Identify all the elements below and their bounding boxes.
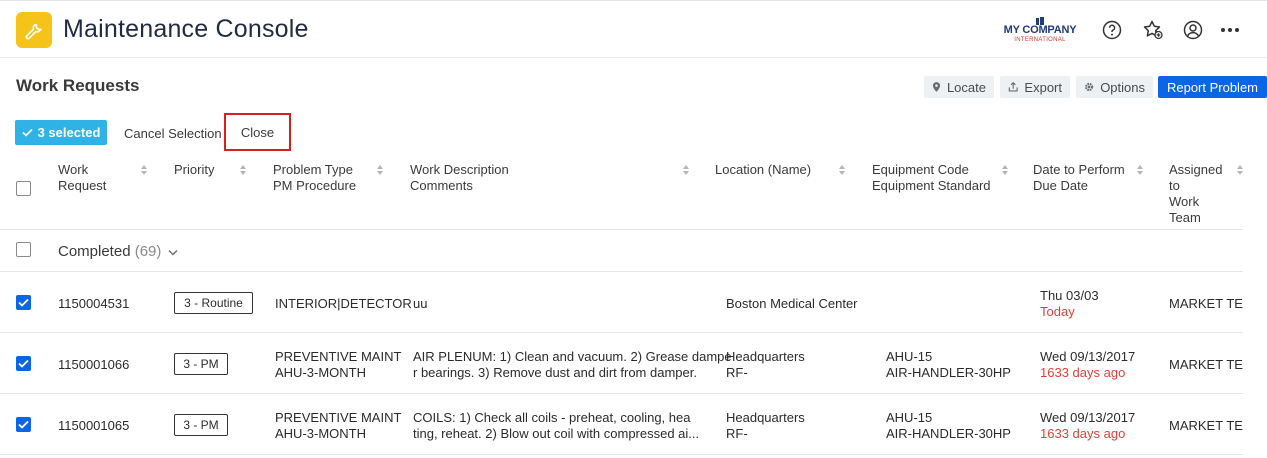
sort-icon[interactable] xyxy=(376,164,384,176)
work-description-cont: r bearings. 3) Remove dust and dirt from… xyxy=(413,365,697,380)
check-icon xyxy=(21,128,33,137)
location-name: Headquarters xyxy=(726,349,805,364)
location-sub: RF- xyxy=(726,365,748,380)
company-logo: MY COMPANY INTERNATIONAL xyxy=(997,17,1083,45)
equipment-code: AHU-15 xyxy=(886,349,933,364)
locate-label: Locate xyxy=(946,79,986,95)
pm-procedure: AHU-3-MONTH xyxy=(275,365,366,380)
location-name: Headquarters xyxy=(726,410,805,425)
priority-badge: 3 - PM xyxy=(174,414,228,436)
app-header: Maintenance Console MY COMPANY INTERNATI… xyxy=(0,0,1267,58)
selected-count-label: 3 selected xyxy=(37,125,101,140)
more-icon[interactable] xyxy=(1219,19,1241,41)
sort-icon[interactable] xyxy=(1001,164,1009,176)
work-description: COILS: 1) Check all coils - preheat, coo… xyxy=(413,410,691,425)
date-to-perform: Wed 09/13/2017 xyxy=(1040,349,1136,364)
col-assigned[interactable]: Assigned to Work Team xyxy=(1169,162,1222,226)
brand-name: MY COMPANY xyxy=(1003,24,1077,36)
work-description: AIR PLENUM: 1) Clean and vacuum. 2) Grea… xyxy=(413,349,732,364)
problem-type: INTERIOR|DETECTOR xyxy=(275,296,412,311)
col-priority[interactable]: Priority xyxy=(174,162,214,178)
row-checkbox[interactable] xyxy=(16,417,31,432)
options-button[interactable]: Options xyxy=(1076,76,1153,98)
table-header: Work Request Priority Problem Type PM Pr… xyxy=(0,152,1243,230)
location-pin-icon xyxy=(932,82,941,92)
sort-icon[interactable] xyxy=(1136,164,1144,176)
options-label: Options xyxy=(1100,79,1145,95)
col-location[interactable]: Location (Name) xyxy=(715,162,811,178)
due-date: 1633 days ago xyxy=(1040,365,1126,380)
user-icon[interactable] xyxy=(1182,19,1204,41)
export-icon xyxy=(1008,81,1018,92)
group-checkbox[interactable] xyxy=(16,242,31,257)
sort-icon[interactable] xyxy=(1236,164,1244,176)
group-label: Completed (69) xyxy=(58,243,178,260)
problem-type: PREVENTIVE MAINT xyxy=(275,349,402,364)
equipment-standard: AIR-HANDLER-30HP xyxy=(886,365,1011,380)
gear-icon xyxy=(1085,82,1094,92)
assigned-team: MARKET TEAM xyxy=(1169,296,1243,311)
due-date: Today xyxy=(1040,304,1075,319)
pm-procedure: AHU-3-MONTH xyxy=(275,426,366,441)
app-title: Maintenance Console xyxy=(63,15,309,43)
assigned-team: MARKET TEAM xyxy=(1169,418,1243,433)
col-work-description[interactable]: Work Description Comments xyxy=(410,162,509,194)
sort-icon[interactable] xyxy=(838,164,846,176)
sort-icon[interactable] xyxy=(239,164,247,176)
assigned-team: MARKET TEAM xyxy=(1169,357,1243,372)
selected-count-badge[interactable]: 3 selected xyxy=(15,120,107,145)
work-request-id[interactable]: 1150001066 xyxy=(58,357,129,373)
brand-sub: INTERNATIONAL xyxy=(1014,37,1066,43)
table-row[interactable]: 1150001065 3 - PM PREVENTIVE MAINT AHU-3… xyxy=(0,394,1243,455)
location-sub: RF- xyxy=(726,426,748,441)
table-row[interactable]: 1150001066 3 - PM PREVENTIVE MAINT AHU-3… xyxy=(0,333,1243,394)
select-all-checkbox[interactable] xyxy=(16,181,31,196)
favorites-star-icon[interactable] xyxy=(1142,19,1164,41)
group-row-completed[interactable]: Completed (69) xyxy=(0,230,1243,272)
export-button[interactable]: Export xyxy=(1000,76,1070,98)
row-checkbox[interactable] xyxy=(16,356,31,371)
close-button[interactable]: Close xyxy=(224,113,291,151)
col-work-request[interactable]: Work Request xyxy=(58,162,106,194)
equipment-standard: AIR-HANDLER-30HP xyxy=(886,426,1011,441)
due-date: 1633 days ago xyxy=(1040,426,1126,441)
table-row[interactable]: 1150004531 3 - Routine INTERIOR|DETECTOR… xyxy=(0,272,1243,333)
cancel-selection-button[interactable]: Cancel Selection xyxy=(124,126,222,141)
wrench-icon xyxy=(16,12,52,48)
row-checkbox[interactable] xyxy=(16,295,31,310)
date-to-perform: Thu 03/03 xyxy=(1040,288,1099,303)
help-icon[interactable] xyxy=(1101,19,1123,41)
export-label: Export xyxy=(1024,79,1062,95)
work-request-id[interactable]: 1150004531 xyxy=(58,296,129,312)
page-title: Work Requests xyxy=(16,76,140,95)
group-count: (69) xyxy=(134,243,162,260)
work-description: uu xyxy=(413,296,428,311)
date-to-perform: Wed 09/13/2017 xyxy=(1040,410,1136,425)
sort-icon[interactable] xyxy=(682,164,690,176)
locate-button[interactable]: Locate xyxy=(924,76,994,98)
problem-type: PREVENTIVE MAINT xyxy=(275,410,402,425)
equipment-code: AHU-15 xyxy=(886,410,933,425)
col-problem-type[interactable]: Problem Type PM Procedure xyxy=(273,162,356,194)
location-name: Boston Medical Center xyxy=(726,296,858,311)
priority-badge: 3 - Routine xyxy=(174,292,253,314)
chevron-down-icon[interactable] xyxy=(168,249,178,256)
report-problem-button[interactable]: Report Problem xyxy=(1158,76,1267,98)
priority-badge: 3 - PM xyxy=(174,353,228,375)
work-description-cont: ting, reheat. 2) Blow out coil with comp… xyxy=(413,426,700,441)
col-date[interactable]: Date to Perform Due Date xyxy=(1033,162,1125,194)
sort-icon[interactable] xyxy=(140,164,148,176)
work-request-id[interactable]: 1150001065 xyxy=(58,418,129,434)
col-equipment[interactable]: Equipment Code Equipment Standard xyxy=(872,162,991,194)
